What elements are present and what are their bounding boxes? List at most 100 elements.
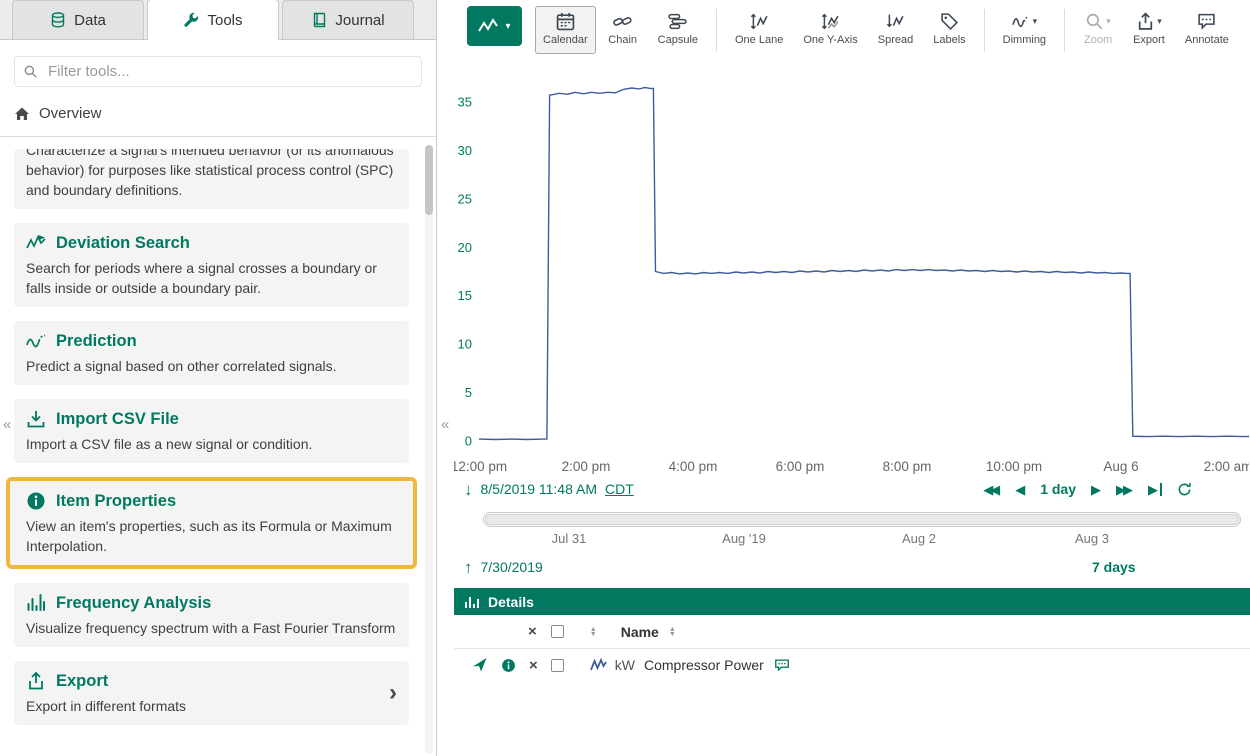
calendar-icon (556, 12, 575, 31)
filter-tools-input[interactable] (14, 56, 422, 87)
one-y-axis-icon (821, 12, 840, 31)
tag-icon (940, 12, 959, 31)
submenu-chevron-icon: › (389, 681, 397, 705)
remove-item-icon[interactable]: × (529, 658, 538, 673)
toolbar-button-dimming[interactable]: ▾ Dimming (995, 6, 1054, 54)
tab-label: Data (74, 12, 106, 29)
select-all-checkbox[interactable] (551, 625, 564, 638)
tool-card-boundaries[interactable]: Characterize a signal's intended behavio… (14, 149, 409, 209)
wrench-icon (183, 12, 199, 28)
tab-journal[interactable]: Journal (282, 0, 414, 39)
x-axis-label: 12:00 pm (454, 459, 507, 474)
scrollbar-thumb[interactable] (425, 145, 433, 215)
dimming-icon (1012, 12, 1031, 31)
caret-down-icon: ▾ (1157, 16, 1162, 27)
toolbar-button-chain[interactable]: Chain (600, 6, 646, 54)
overview-link[interactable]: Overview (0, 95, 436, 137)
search-icon (23, 64, 38, 79)
export-icon (1136, 12, 1155, 31)
tool-card-import-csv-file[interactable]: Import CSV File Import a CSV file as a n… (14, 399, 409, 463)
signal-name: Compressor Power (644, 657, 764, 673)
view-mode-button[interactable]: ▾ (467, 6, 522, 46)
toolbar-button-capsule[interactable]: Capsule (650, 6, 706, 54)
toolbar-button-label: Chain (608, 34, 637, 46)
sort-icon[interactable]: ▲▼ (590, 627, 597, 637)
home-icon (14, 106, 30, 122)
tool-card-prediction[interactable]: Prediction Predict a signal based on oth… (14, 321, 409, 385)
deviation-search-icon (26, 233, 46, 253)
toolbar-button-label: Calendar (543, 34, 588, 46)
step-forward-button[interactable]: ▶ (1091, 483, 1101, 496)
collapse-sidebar-icon[interactable]: « (3, 417, 11, 432)
item-info-icon[interactable] (501, 658, 516, 673)
caret-down-icon: ▾ (1033, 16, 1038, 27)
export-icon (26, 671, 46, 691)
toolbar-button-label: One Lane (735, 34, 783, 46)
toolbar-button-one-lane[interactable]: One Lane (727, 6, 791, 54)
details-table-row[interactable]: × kW Compressor Power (454, 649, 1250, 681)
step-back-button[interactable]: ◀ (1015, 483, 1025, 496)
details-title: Details (488, 594, 534, 610)
y-axis-label: 35 (458, 95, 472, 110)
name-column-header[interactable]: Name (621, 624, 659, 640)
tool-card-frequency-analysis[interactable]: Frequency Analysis Visualize frequency s… (14, 583, 409, 647)
range-start-arrow-icon: ↓ (464, 481, 473, 498)
overview-range-scrollbar[interactable] (483, 512, 1241, 527)
toolbar-button-export[interactable]: ▾ Export (1125, 6, 1173, 54)
chain-icon (613, 12, 632, 31)
tool-card-deviation-search[interactable]: Deviation Search Search for periods wher… (14, 223, 409, 307)
toolbar-button-zoom[interactable]: ▾ Zoom (1075, 6, 1121, 54)
sidebar-scrollbar[interactable] (425, 145, 433, 754)
toolbar-button-one-y-axis[interactable]: One Y-Axis (795, 6, 865, 54)
caret-down-icon: ▾ (505, 21, 510, 32)
prediction-icon (26, 331, 46, 351)
toolbar-separator (1064, 9, 1065, 52)
annotation-bubble-icon[interactable] (774, 657, 790, 673)
step-to-now-button[interactable]: ▶ (1148, 483, 1162, 496)
tool-card-export[interactable]: Export Export in different formats › (14, 661, 409, 725)
investigate-range-start-link[interactable]: 7/30/2019 (481, 559, 543, 575)
pointer-arrow-icon[interactable] (472, 657, 488, 673)
timezone-link[interactable]: CDT (605, 481, 634, 497)
x-axis-label: 4:00 pm (669, 459, 718, 474)
step-size-label[interactable]: 1 day (1040, 481, 1076, 497)
sort-icon[interactable]: ▲▼ (669, 627, 676, 637)
details-panel-header: Details (454, 588, 1250, 615)
signal-unit: kW (615, 657, 635, 673)
tool-description: Predict a signal based on other correlat… (26, 356, 397, 376)
toolbar-button-labels[interactable]: Labels (925, 6, 973, 54)
x-axis-label: 6:00 pm (776, 459, 825, 474)
y-axis-label: 5 (465, 385, 472, 400)
trend-chart[interactable]: 0510152025303512:00 pm2:00 pm4:00 pm6:00… (454, 57, 1249, 479)
filter-tools (14, 56, 422, 87)
toolbar-button-spread[interactable]: Spread (870, 6, 921, 54)
step-forward-fast-button[interactable]: ▶▶ (1116, 483, 1133, 496)
tool-card-item-properties[interactable]: Item Properties View an item's propertie… (6, 477, 417, 569)
tool-description: Visualize frequency spectrum with a Fast… (26, 618, 397, 638)
toolbar-button-calendar[interactable]: Calendar (535, 6, 596, 54)
tool-description: Search for periods where a signal crosse… (26, 258, 397, 298)
tools-sidebar: Data Tools Journal Overview Characterize… (0, 0, 437, 756)
tab-tools[interactable]: Tools (147, 0, 279, 40)
investigate-range-duration[interactable]: 7 days (1092, 559, 1136, 575)
toolbar-button-annotate[interactable]: Annotate (1177, 6, 1237, 54)
item-properties-info-icon (26, 491, 46, 511)
tab-label: Journal (335, 12, 384, 29)
collapse-panel-icon[interactable]: « (441, 417, 449, 432)
tab-data[interactable]: Data (12, 0, 144, 39)
toolbar-button-label: Spread (878, 34, 913, 46)
step-back-fast-button[interactable]: ◀◀ (983, 483, 1000, 496)
trend-line (479, 88, 1249, 440)
import-csv-icon (26, 409, 46, 429)
x-axis-label: 10:00 pm (986, 459, 1042, 474)
remove-all-icon[interactable]: × (528, 624, 537, 639)
range-slider-handle[interactable] (485, 514, 1239, 525)
y-axis-label: 10 (458, 337, 472, 352)
tool-title: Deviation Search (56, 232, 190, 254)
sidebar-tabs: Data Tools Journal (0, 0, 436, 40)
display-range-start-link[interactable]: 8/5/2019 11:48 AM (481, 481, 598, 497)
tool-title: Prediction (56, 330, 137, 352)
zoom-icon (1085, 12, 1104, 31)
auto-update-icon[interactable] (1177, 482, 1192, 497)
row-checkbox[interactable] (551, 659, 564, 672)
